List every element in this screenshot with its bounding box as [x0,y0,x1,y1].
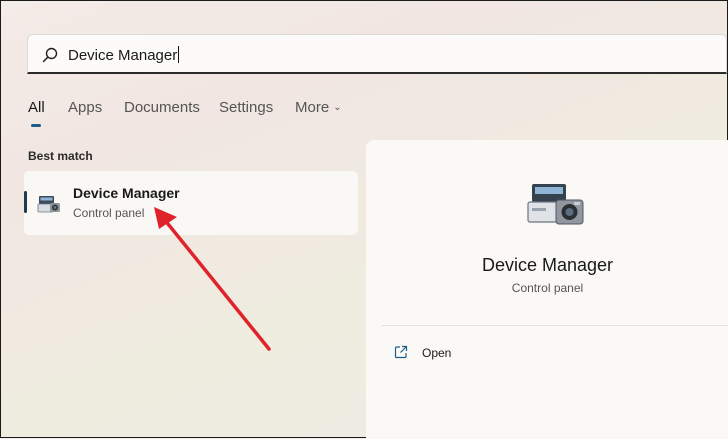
open-label: Open [422,346,452,360]
device-manager-icon [37,196,60,213]
best-match-result[interactable]: Device Manager Control panel [24,171,358,235]
active-tab-indicator [31,124,41,127]
tab-settings[interactable]: Settings [219,99,273,116]
search-icon [42,47,58,63]
open-external-icon [394,345,408,359]
tab-documents[interactable]: Documents [124,99,200,116]
search-box[interactable]: Device Manager [27,34,727,74]
device-manager-icon [527,184,584,225]
tab-more-label: More [295,99,330,116]
text-caret [178,46,180,63]
tab-apps[interactable]: Apps [68,99,102,116]
search-input[interactable]: Device Manager [68,46,180,64]
search-input-value: Device Manager [68,47,178,64]
detail-panel: Device Manager Control panel Open [366,140,728,439]
chevron-down-icon: ⌄ [333,102,342,113]
result-subtitle: Control panel [73,206,145,220]
window-frame: Device Manager All Apps Documents Settin… [0,0,728,439]
tab-more[interactable]: More ⌄ [295,99,342,116]
tab-all[interactable]: All [28,99,45,116]
detail-subtitle: Control panel [511,281,584,295]
divider [382,325,728,326]
selection-indicator [24,191,27,213]
detail-title: Device Manager [481,255,614,275]
result-title: Device Manager [73,185,180,201]
best-match-heading: Best match [28,149,93,163]
